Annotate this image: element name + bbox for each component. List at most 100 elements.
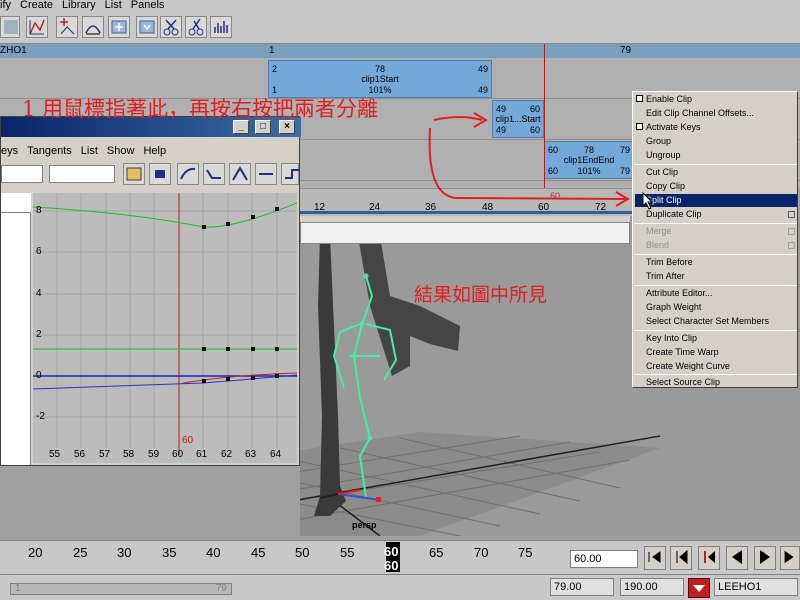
menu-item-activate-keys[interactable]: Activate Keys [646, 121, 701, 134]
menu-item-trim-after[interactable]: Trim After [646, 270, 685, 283]
menu-keys[interactable]: eys [1, 145, 18, 161]
result-annotation: 結果如圖中所見 [414, 284, 548, 306]
ruler-range-bar [300, 211, 640, 214]
graph-editor-icon[interactable] [26, 16, 48, 38]
graph-view[interactable]: 8 6 4 2 0 -2 60 55 56 57 58 59 60 61 62 … [32, 193, 298, 463]
animation-end-field[interactable]: 190.00 [620, 578, 684, 596]
menu-item-edit-offsets[interactable]: Edit Clip Channel Offsets... [646, 107, 754, 120]
graph-outliner-filter[interactable] [1, 193, 31, 213]
menu-list[interactable]: List [81, 145, 98, 161]
frame-selection-icon[interactable] [149, 163, 171, 185]
create-clip-icon[interactable] [108, 16, 130, 38]
playback-end-field[interactable]: 79.00 [550, 578, 614, 596]
step-back-key-button[interactable] [670, 546, 692, 570]
sound-icon[interactable] [210, 16, 232, 38]
menu-item-ungroup[interactable]: Ungroup [646, 149, 681, 162]
viewport-panel-bar [300, 222, 630, 244]
header-end: 79 [620, 45, 632, 56]
clamped-tangent-icon[interactable] [203, 163, 225, 185]
current-time-field[interactable]: 60.00 [570, 550, 638, 568]
step-back-frame-icon [704, 551, 715, 563]
tool-icon[interactable] [0, 16, 20, 38]
menu-item-create-time-warp[interactable]: Create Time Warp [646, 346, 719, 359]
frame-field[interactable] [1, 165, 43, 183]
step-back-frame-button[interactable] [698, 546, 720, 570]
time-tick: 65 [429, 545, 444, 560]
menu-item-select-members[interactable]: Select Character Set Members [646, 315, 769, 328]
menu-item-create-weight-curve[interactable]: Create Weight Curve [646, 360, 730, 373]
menu-library[interactable]: Library [62, 0, 96, 12]
time-tick: 40 [206, 545, 221, 560]
menu-item-duplicate-clip[interactable]: Duplicate Clip [646, 208, 702, 221]
linear-tangent-icon[interactable] [229, 163, 251, 185]
play-forward-button[interactable] [754, 546, 776, 570]
x-tick: 57 [99, 449, 111, 460]
step-forward-button[interactable] [780, 546, 800, 570]
menu-item-graph-weight[interactable]: Graph Weight [646, 301, 701, 314]
clip-start-name: clip1Start [361, 74, 399, 84]
y-tick: 4 [36, 288, 42, 299]
x-tick: 61 [196, 449, 208, 460]
menu-item-group[interactable]: Group [646, 135, 671, 148]
menu-separator [635, 223, 797, 224]
go-to-start-icon [648, 551, 661, 563]
graph-editor-menubar: eys Tangents List Show Help [1, 145, 301, 161]
character-label: ZHO1 [0, 45, 27, 56]
create-pose-icon[interactable] [136, 16, 158, 38]
time-tick: 25 [73, 545, 88, 560]
time-tick: 30 [117, 545, 132, 560]
insert-key-icon[interactable] [56, 16, 78, 38]
go-to-start-button[interactable] [644, 546, 666, 570]
menu-item-blend: Blend [646, 240, 670, 250]
x-tick: 64 [270, 449, 282, 460]
value-field[interactable] [49, 165, 115, 183]
clip-start-source-out: 49 [477, 85, 488, 95]
menu-tangents[interactable]: Tangents [27, 145, 72, 161]
step-forward-icon [784, 550, 794, 564]
menu-item-select-source-clip[interactable]: Select Source Clip [646, 376, 720, 389]
menu-separator [635, 164, 797, 165]
play-backward-button[interactable] [726, 546, 748, 570]
main-menubar: ify Create Library List Panels [0, 0, 800, 12]
current-character-field[interactable]: LEEHO1 [714, 578, 798, 596]
play-backward-icon [732, 550, 742, 564]
menu-separator [635, 330, 797, 331]
graph-outliner[interactable] [1, 193, 31, 465]
menu-separator [635, 254, 797, 255]
y-tick: 8 [36, 205, 42, 216]
x-tick: 60 [172, 449, 184, 460]
menu-create[interactable]: Create [20, 0, 53, 12]
split-clip-icon[interactable] [160, 16, 182, 38]
x-tick: 59 [148, 449, 160, 460]
graph-editor-toolbar [1, 161, 301, 187]
frame-all-icon[interactable] [123, 163, 145, 185]
step-back-key-icon [676, 549, 688, 565]
cut-clip-icon[interactable] [185, 16, 207, 38]
menu-modify[interactable]: ify [0, 0, 11, 12]
option-box-icon [788, 242, 795, 249]
step-tangent-icon[interactable] [281, 163, 299, 185]
menu-item-cut-clip[interactable]: Cut Clip [646, 166, 678, 179]
menu-help[interactable]: Help [143, 145, 166, 161]
dope-sheet-icon[interactable] [82, 16, 104, 38]
graph-editor-window: _ □ × eys Tangents List Show Help 8 6 4 … [0, 116, 301, 466]
menu-item-attribute-editor[interactable]: Attribute Editor... [646, 287, 713, 300]
trax-toolbar [0, 12, 800, 44]
menu-item-trim-before[interactable]: Trim Before [646, 256, 693, 269]
flat-tangent-icon[interactable] [255, 163, 277, 185]
range-slider[interactable]: 1 79 [10, 583, 232, 595]
menu-panels[interactable]: Panels [131, 0, 165, 12]
time-tick: 20 [28, 545, 43, 560]
character-set-menu-button[interactable] [688, 578, 710, 598]
option-box-icon[interactable] [788, 211, 795, 218]
time-tick: 70 [474, 545, 489, 560]
time-tick: 45 [251, 545, 266, 560]
menu-item-key-into-clip[interactable]: Key Into Clip [646, 332, 697, 345]
range-slider-start: 1 [15, 583, 21, 594]
spline-tangent-icon[interactable] [177, 163, 199, 185]
menu-item-enable-clip[interactable]: Enable Clip [646, 93, 692, 106]
annotation-arrow-icon [428, 112, 630, 207]
menu-show[interactable]: Show [107, 145, 135, 161]
menu-list[interactable]: List [105, 0, 122, 12]
current-frame-label: 60 [182, 435, 194, 446]
